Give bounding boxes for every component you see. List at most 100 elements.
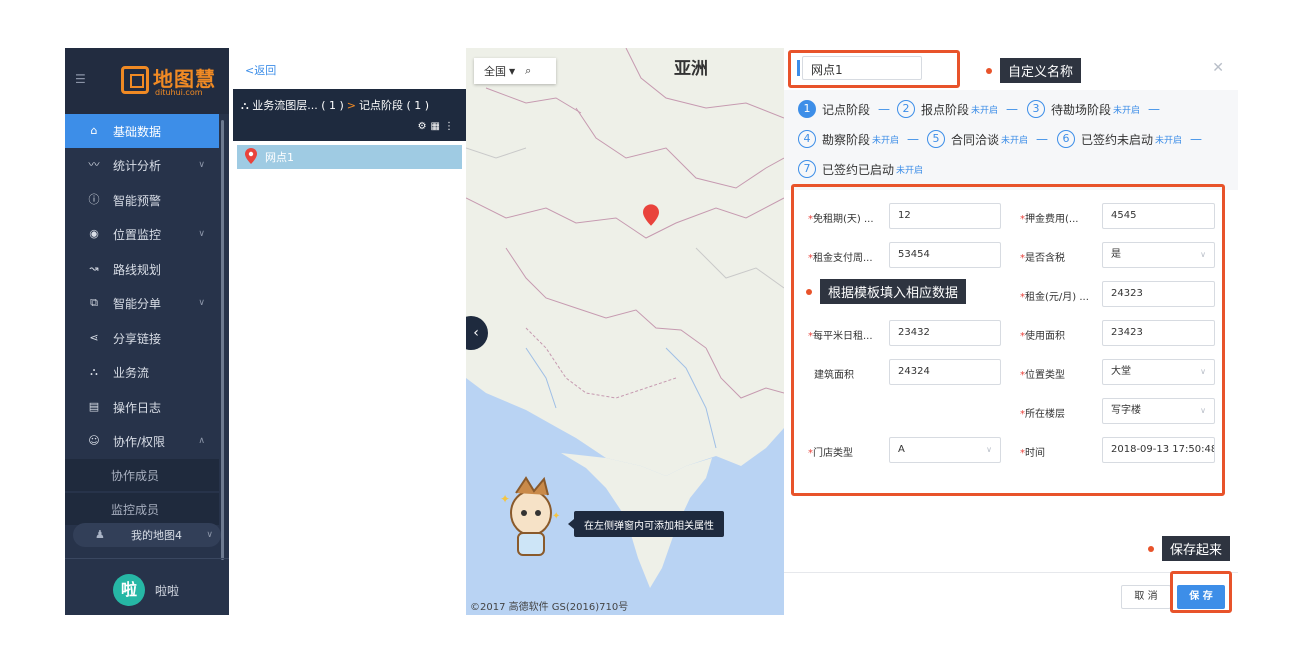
settings-icon[interactable]: ⚙ [418,121,431,132]
step-label: 报点阶段 [921,102,970,117]
svg-text:✦: ✦ [500,492,510,506]
step-label: 已签约未启动 [1081,132,1154,147]
sub-item-label: 监控成员 [111,502,160,517]
callout-name: 自定义名称 [986,58,1082,83]
nav-item-label: 统计分析 [113,158,162,173]
nav-item-share-link[interactable]: ⋖ 分享链接 [65,321,219,355]
nav-item-route-planning[interactable]: ↝ 路线规划 [65,252,219,286]
step-status: 未开启 [971,105,999,116]
caret-down-icon: ▼ [509,66,516,76]
save-highlight-box [1170,571,1232,613]
logo-icon [121,66,149,94]
step-label: 记点阶段 [822,102,871,117]
sub-item-collaborators[interactable]: 协作成员 [65,459,219,491]
step-4[interactable]: 4 勘察阶段 未开启 — [798,130,919,148]
callout-dot [986,67,992,74]
chevron-up-icon: ∧ [198,436,205,446]
info-icon: ⓘ [88,193,100,206]
mascot-image: ✦ ✦ [500,476,560,556]
cancel-button[interactable]: 取 消 [1121,585,1171,609]
region-selector-label: 全国 [484,65,506,78]
step-number: 2 [897,100,915,118]
my-map-label: 我的地图4 [131,529,182,542]
region-label: 亚洲 [674,59,708,79]
nav-item-workflow[interactable]: ⛬ 业务流 [65,355,219,389]
workflow-icon: ⛬ [241,99,253,112]
step-1[interactable]: 1 记点阶段 — [798,100,890,118]
nav-item-collaboration[interactable]: ☺ 协作/权限 ∧ [65,424,219,458]
step-5[interactable]: 5 合同洽谈 未开启 — [927,130,1048,148]
step-status: 未开启 [1155,135,1183,146]
step-connector: — [907,132,920,146]
map-copyright: ©2017 高德软件 GS(2016)710号 [470,602,629,613]
nav-item-location-monitor[interactable]: ◉ 位置监控 ∨ [65,217,219,251]
nav-item-label: 分享链接 [113,331,162,346]
nav-item-smart-dispatch[interactable]: ⧉ 智能分单 ∨ [65,286,219,320]
home-icon: ⌂ [90,124,98,137]
logo-subtext: dituhui.com [155,88,203,97]
nav-item-label: 智能预警 [113,193,162,208]
step-2[interactable]: 2 报点阶段 未开启 — [897,100,1018,118]
list-item[interactable]: 网点1 [237,145,462,169]
breadcrumb-layer[interactable]: 业务流图层... ( 1 ) [252,99,344,112]
callout-fill: 根据模板填入相应数据 [806,279,967,304]
nav-item-label: 路线规划 [113,262,162,277]
nav-item-label: 操作日志 [113,400,162,415]
layer-header: ⛬ 业务流图层... ( 1 ) > 记点阶段 ( 1 ) ⚙▦⋮ [233,89,466,141]
map-tooltip: 在左侧弹窗内可添加相关属性 [568,511,724,537]
grid-icon[interactable]: ▦ [431,121,444,132]
chart-line-icon: 〰 [88,158,100,171]
region-selector[interactable]: 全国 ▼ ⌕ [474,58,556,84]
form-highlight-box [791,184,1225,496]
map-marker-icon[interactable] [643,204,659,226]
my-map-selector[interactable]: ♟ 我的地图4 ∨ [73,523,221,547]
close-icon[interactable]: ✕ [1212,60,1224,76]
nav-item-label: 协作/权限 [113,434,166,449]
user-name[interactable]: 啦啦 [155,582,179,599]
map-user-icon: ♟ [95,528,105,541]
sidebar-scrollbar[interactable] [221,120,224,560]
map-pin-icon [245,148,257,164]
step-label: 勘察阶段 [822,132,871,147]
callout-save: 保存起来 [1148,536,1231,561]
step-number: 6 [1057,130,1075,148]
step-label: 已签约已启动 [822,162,895,177]
breadcrumb-stage[interactable]: 记点阶段 ( 1 ) [359,99,429,112]
copy-icon: ⧉ [90,296,98,309]
search-icon[interactable]: ⌕ [525,64,531,78]
avatar[interactable]: 啦 [113,574,145,606]
sidebar-divider [65,558,229,559]
nav-item-alerts[interactable]: ⓘ 智能预警 [65,183,219,217]
step-number: 4 [798,130,816,148]
step-connector: — [878,102,891,116]
step-connector: — [1036,132,1049,146]
step-number: 3 [1027,100,1045,118]
step-number: 1 [798,100,816,118]
nav-item-label: 智能分单 [113,296,162,311]
step-label: 待勘场阶段 [1051,102,1112,117]
back-link[interactable]: <返回 [245,62,276,78]
svg-text:✦: ✦ [552,511,560,522]
callout-label: 自定义名称 [1000,58,1082,83]
menu-toggle-icon[interactable]: ☰ [75,72,86,86]
nav-item-operation-log[interactable]: ▤ 操作日志 [65,390,219,424]
chevron-down-icon: ∨ [198,298,205,308]
nav-item-label: 基础数据 [113,124,162,139]
more-icon[interactable]: ⋮ [444,121,458,132]
breadcrumb-arrow: > [346,99,356,112]
step-3[interactable]: 3 待勘场阶段 未开启 — [1027,100,1160,118]
chevron-down-icon: ∨ [206,530,213,540]
step-6[interactable]: 6 已签约未启动 未开启 — [1057,130,1202,148]
map-view[interactable]: 全国 ▼ ⌕ 亚洲 ‹ ✦ ✦ 在左侧弹窗内可添加相关属性 ©2017 高德软件… [466,48,784,615]
sidebar: ☰ 地图慧 dituhui.com ⌂ 基础数据 〰 统计分析 ∨ ⓘ 智能预警… [65,48,229,615]
step-7[interactable]: 7 已签约已启动 未开启 [798,160,923,178]
callout-dot [1148,545,1154,552]
sub-item-monitors[interactable]: 监控成员 [65,493,219,525]
chevron-down-icon: ∨ [198,160,205,170]
location-icon: ◉ [89,227,99,240]
nav-item-statistics[interactable]: 〰 统计分析 ∨ [65,148,219,182]
calendar-icon: ▤ [88,400,100,413]
nav-item-basic-data[interactable]: ⌂ 基础数据 [65,114,219,148]
step-number: 5 [927,130,945,148]
layer-tools: ⚙▦⋮ [418,121,458,132]
